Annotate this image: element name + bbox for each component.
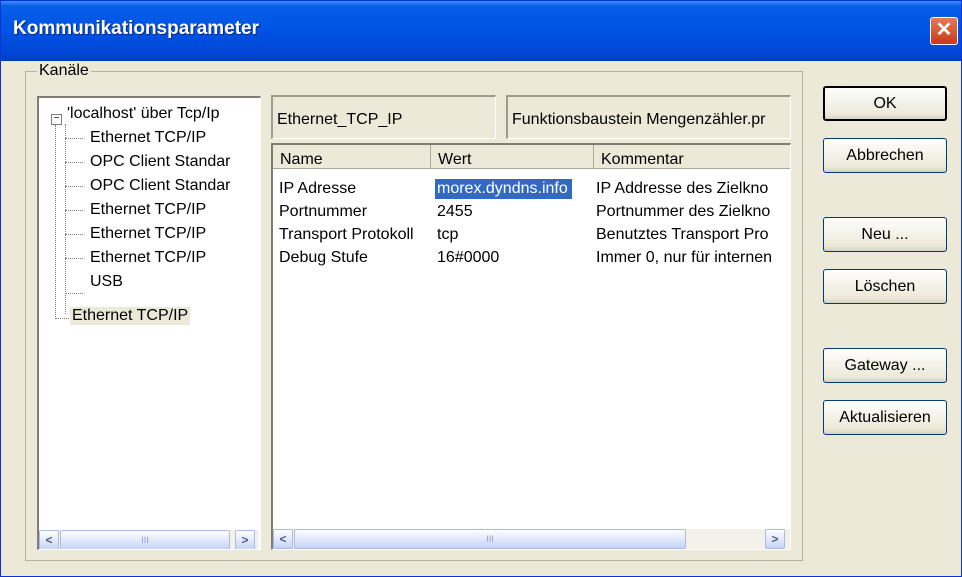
param-value[interactable]: 2455 <box>437 203 473 221</box>
scroll-left-button[interactable]: < <box>273 529 293 549</box>
tree-line <box>65 162 83 163</box>
channel-name-field: Ethernet_TCP_IP <box>271 95 496 139</box>
delete-button[interactable]: Löschen <box>823 269 947 304</box>
close-button[interactable]: ✕ <box>930 17 958 45</box>
tree-line <box>55 318 69 319</box>
tree-line <box>65 186 83 187</box>
list-hscrollbar[interactable]: < III > <box>273 529 790 549</box>
scroll-right-button[interactable]: > <box>765 529 785 549</box>
cancel-button[interactable]: Abbrechen <box>823 138 947 173</box>
tree-item[interactable]: Ethernet TCP/IP <box>90 225 206 243</box>
scroll-thumb[interactable]: III <box>294 529 686 549</box>
column-header-comment[interactable]: Kommentar <box>594 145 790 169</box>
tree-line <box>65 124 66 314</box>
tree-line <box>65 210 83 211</box>
close-icon: ✕ <box>935 19 953 41</box>
channels-group-label: Kanäle <box>37 62 91 80</box>
scroll-right-button[interactable]: > <box>235 530 255 549</box>
channel-tree[interactable]: − 'localhost' über Tcp/Ip Ethernet TCP/I… <box>37 96 261 550</box>
ok-button[interactable]: OK <box>823 86 947 121</box>
param-comment: Benutztes Transport Pro <box>596 226 769 243</box>
param-name[interactable]: Portnummer <box>279 203 429 221</box>
collapse-icon[interactable]: − <box>51 114 62 125</box>
param-value[interactable]: 16#0000 <box>437 249 499 267</box>
param-name[interactable]: IP Adresse <box>279 180 429 198</box>
window-title: Kommunikationsparameter <box>13 18 260 39</box>
tree-item-selected[interactable]: Ethernet TCP/IP <box>70 307 191 325</box>
tree-line <box>65 258 83 259</box>
title-bar[interactable]: Kommunikationsparameter ✕ <box>1 1 961 61</box>
dialog-window: Kommunikationsparameter ✕ Kanäle − 'loca… <box>0 0 962 577</box>
param-comment: IP Addresse des Zielkno <box>596 180 769 197</box>
param-value[interactable]: tcp <box>437 226 458 244</box>
tree-line <box>65 293 83 294</box>
column-header-value[interactable]: Wert <box>431 145 594 169</box>
tree-item[interactable]: Ethernet TCP/IP <box>90 249 206 267</box>
new-button[interactable]: Neu ... <box>823 217 947 252</box>
tree-line <box>65 234 83 235</box>
tree-item[interactable]: USB <box>90 273 123 291</box>
refresh-button[interactable]: Aktualisieren <box>823 400 947 435</box>
param-value-selected[interactable]: morex.dyndns.info <box>435 179 572 199</box>
tree-line <box>65 138 83 139</box>
gateway-button[interactable]: Gateway ... <box>823 348 947 383</box>
tree-item[interactable]: OPC Client Standar <box>90 153 231 171</box>
tree-item[interactable]: OPC Client Standar <box>90 177 231 195</box>
tree-item[interactable]: Ethernet TCP/IP <box>90 201 206 219</box>
tree-item[interactable]: Ethernet TCP/IP <box>90 129 206 147</box>
scroll-left-button[interactable]: < <box>39 530 59 549</box>
param-name[interactable]: Transport Protokoll <box>279 226 429 244</box>
channel-description-field: Funktionsbaustein Mengenzähler.pr <box>506 95 791 139</box>
param-name[interactable]: Debug Stufe <box>279 249 429 267</box>
param-comment: Immer 0, nur für internen <box>596 249 773 266</box>
column-header-name[interactable]: Name <box>273 145 431 169</box>
tree-hscrollbar[interactable]: < III > <box>39 530 259 549</box>
param-comment: Portnummer des Zielkno <box>596 203 771 220</box>
scroll-thumb[interactable]: III <box>60 530 230 549</box>
parameter-list[interactable]: Name Wert Kommentar IP Adresse morex.dyn… <box>271 143 791 550</box>
tree-item-root[interactable]: 'localhost' über Tcp/Ip <box>67 105 220 123</box>
tree-line <box>55 125 56 319</box>
